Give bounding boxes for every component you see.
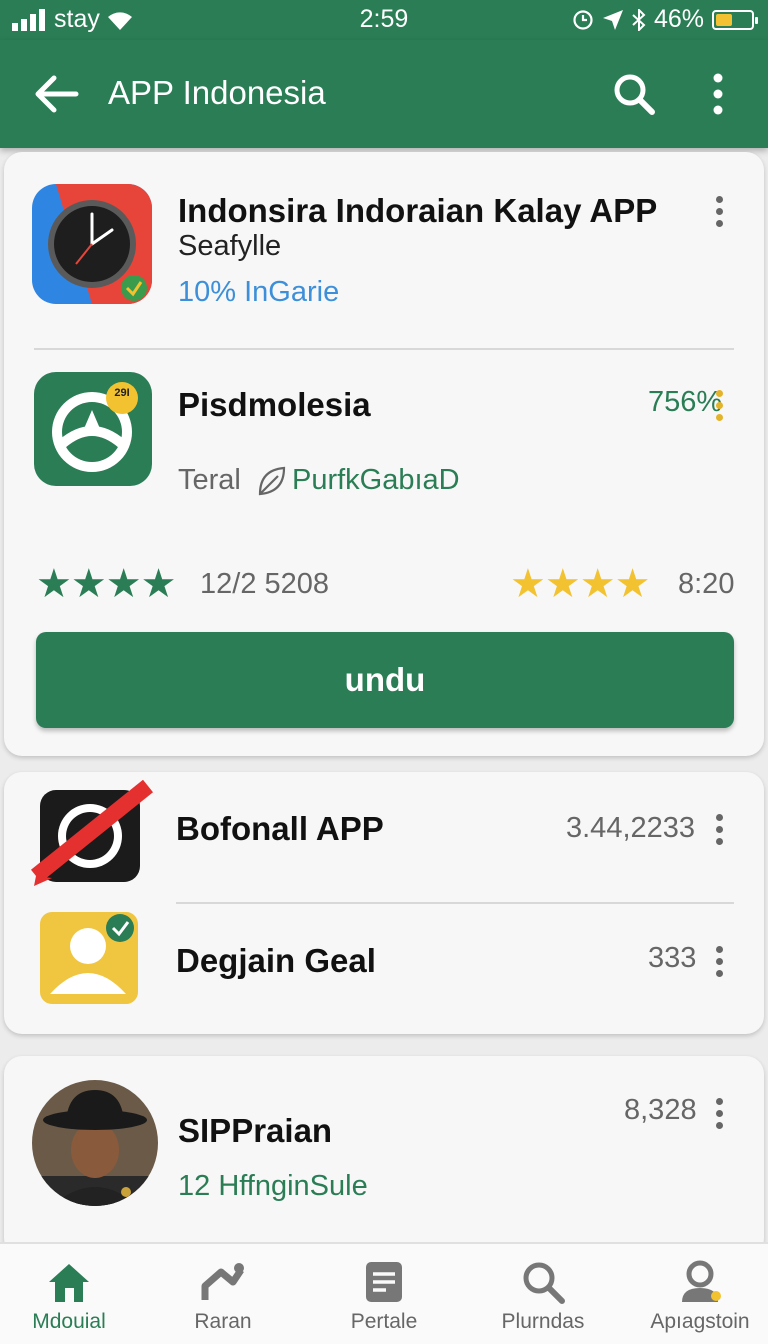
- document-icon: [366, 1262, 402, 1302]
- divider: [176, 902, 734, 904]
- list-item-title[interactable]: Bofonall APP: [176, 810, 384, 848]
- nav-label: Raran: [194, 1310, 252, 1333]
- more-vert-icon[interactable]: [700, 70, 736, 118]
- status-bar: stay 2:59 46%: [0, 0, 768, 40]
- app1-subtitle: Seafylle: [178, 230, 282, 262]
- nav-item-account[interactable]: Apıagstoin: [625, 1244, 768, 1344]
- battery-fill: [716, 13, 732, 26]
- nav-item-home[interactable]: Mdouial: [0, 1244, 144, 1344]
- app1-more-icon[interactable]: [713, 196, 725, 230]
- star-icon: ★: [579, 562, 616, 606]
- list-item-title[interactable]: Degjain Geal: [176, 942, 376, 980]
- nav-item-plurndas[interactable]: Plurndas: [468, 1244, 618, 1344]
- back-arrow-icon[interactable]: [30, 70, 82, 118]
- alarm-icon: [573, 9, 593, 30]
- left-star-rating: ★★★★: [36, 561, 177, 607]
- app2-more-icon[interactable]: [713, 390, 725, 424]
- app-bar: APP Indonesia: [0, 40, 768, 148]
- star-icon: ★: [544, 562, 581, 606]
- left-rating-value: 12/2 5208: [200, 568, 330, 600]
- battery-percent: 46%: [653, 5, 704, 33]
- star-icon: ★: [510, 562, 546, 606]
- bluetooth-icon: [632, 8, 646, 31]
- clock-app-icon[interactable]: [32, 184, 152, 304]
- list-item-more-icon[interactable]: [713, 946, 725, 980]
- list-item-value: 333: [648, 942, 697, 974]
- profile-card: SIPPraian 12 HffnginSule 8,328: [4, 1056, 764, 1256]
- battery-icon: [712, 9, 758, 30]
- star-icon: ★: [614, 562, 651, 606]
- right-star-rating: ★★★★: [510, 561, 651, 607]
- divider: [34, 348, 734, 350]
- app1-meta: 10% InGarie: [178, 276, 340, 308]
- app1-title[interactable]: Indonsira Indoraian Kalay APP: [178, 192, 657, 230]
- nav-item-raran[interactable]: Raran: [148, 1244, 298, 1344]
- leaf-icon: [258, 466, 286, 496]
- app2-percent: 756%: [648, 386, 723, 418]
- nav-label: Plurndas: [501, 1310, 585, 1333]
- nav-label: Mdouial: [32, 1310, 106, 1333]
- star-icon: ★: [105, 562, 142, 606]
- avatar[interactable]: [32, 1080, 158, 1206]
- star-icon: ★: [140, 562, 177, 606]
- star-icon: ★: [70, 562, 107, 606]
- list-item-value: 3.44,2233: [566, 812, 696, 844]
- location-icon: [602, 9, 623, 30]
- profile-value: 8,328: [624, 1094, 697, 1126]
- nav-label: Pertale: [350, 1310, 418, 1333]
- bottom-navigation: Mdouial Raran Pertale Plurndas Apıagstoi…: [0, 1242, 768, 1344]
- right-rating-value: 8:20: [678, 568, 735, 600]
- star-icon: ★: [36, 562, 72, 606]
- home-icon: [49, 1264, 89, 1302]
- search-icon: [523, 1262, 565, 1304]
- nav-label: Apıagstoin: [650, 1310, 750, 1333]
- profile-title[interactable]: SIPPraian: [178, 1112, 332, 1150]
- account-icon: [682, 1260, 721, 1302]
- page-title: APP Indonesia: [108, 74, 326, 111]
- download-button[interactable]: undu: [36, 632, 734, 728]
- search-icon[interactable]: [610, 70, 658, 118]
- app2-sub-label: Teral: [178, 464, 241, 496]
- list-item-more-icon[interactable]: [713, 814, 725, 848]
- bofonall-app-icon[interactable]: [30, 780, 154, 892]
- app2-badge: 29I: [114, 387, 130, 399]
- app-list-card: Bofonall APP 3.44,2233 Degjain Geal 333: [4, 772, 764, 1034]
- app2-developer[interactable]: PurfkGabıaD: [292, 464, 460, 497]
- pisdmolesia-app-icon[interactable]: [34, 372, 152, 486]
- degjain-app-icon[interactable]: [40, 910, 140, 1006]
- chart-icon: [201, 1263, 244, 1300]
- app2-title[interactable]: Pisdmolesia: [178, 386, 371, 424]
- profile-more-icon[interactable]: [713, 1098, 725, 1132]
- nav-item-pertale[interactable]: Pertale: [309, 1244, 459, 1344]
- status-right: 46%: [572, 5, 758, 34]
- profile-subtitle: 12 HffnginSule: [178, 1170, 368, 1202]
